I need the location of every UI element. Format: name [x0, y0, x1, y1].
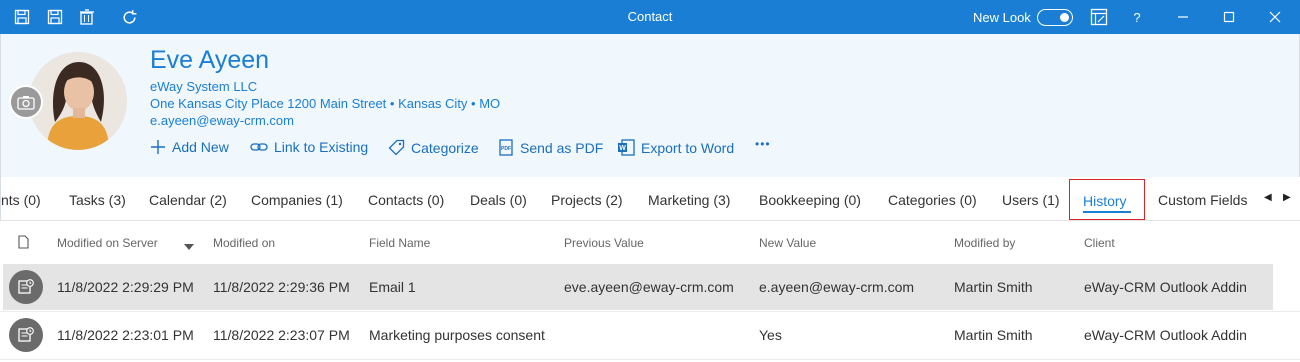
close-button[interactable] — [1252, 0, 1298, 34]
scroll-left-icon[interactable]: ◀ — [1264, 192, 1272, 203]
sort-descending-icon[interactable] — [184, 239, 194, 253]
tab-marketing[interactable]: Marketing (3) — [648, 192, 730, 208]
col-field-name[interactable]: Field Name — [369, 236, 430, 250]
tab-categories[interactable]: Categories (0) — [888, 192, 977, 208]
history-record-icon — [9, 270, 43, 304]
avatar — [29, 52, 127, 150]
cell-modified-on-server: 11/8/2022 2:23:01 PM — [57, 327, 194, 343]
cell-modified-by: Martin Smith — [954, 327, 1033, 343]
word-icon: W — [618, 139, 635, 156]
minimize-button[interactable] — [1160, 0, 1206, 34]
cell-field-name: Email 1 — [369, 279, 416, 295]
export-to-word-button[interactable]: W Export to Word — [617, 139, 734, 156]
tab-custom-fields[interactable]: Custom Fields — [1158, 192, 1247, 208]
tab-contacts[interactable]: Contacts (0) — [368, 192, 444, 208]
cell-modified-on: 11/8/2022 2:29:36 PM — [213, 279, 350, 295]
new-look-label: New Look — [973, 10, 1031, 25]
tab-projects[interactable]: Projects (2) — [551, 192, 623, 208]
cell-previous-value: eve.ayeen@eway-crm.com — [564, 279, 734, 295]
tab-bar: nts (0) Tasks (3) Calendar (2) Companies… — [0, 177, 1300, 221]
tag-icon — [388, 139, 405, 156]
cell-client: eWay-CRM Outlook Addin — [1084, 279, 1247, 295]
contact-header: Eve Ayeen eWay System LLC One Kansas Cit… — [0, 34, 1300, 177]
tab-history[interactable]: History — [1069, 179, 1145, 220]
plus-icon — [151, 140, 165, 154]
col-modified-by[interactable]: Modified by — [954, 236, 1015, 250]
cell-modified-on-server: 11/8/2022 2:29:29 PM — [57, 279, 194, 295]
portrait-image — [29, 52, 127, 150]
col-new-value[interactable]: New Value — [759, 236, 816, 250]
tab-companies[interactable]: Companies (1) — [251, 192, 343, 208]
contact-name: Eve Ayeen — [150, 46, 270, 74]
document-column-icon[interactable] — [18, 235, 29, 252]
col-previous-value[interactable]: Previous Value — [564, 236, 644, 250]
more-actions-button[interactable]: ••• — [755, 137, 771, 151]
cell-modified-by: Martin Smith — [954, 279, 1033, 295]
address-text: One Kansas City Place 1200 Main Street •… — [150, 96, 501, 111]
table-row[interactable]: 11/8/2022 2:29:29 PM 11/8/2022 2:29:36 P… — [3, 264, 1273, 310]
tab-calendar[interactable]: Calendar (2) — [149, 192, 227, 208]
add-new-button[interactable]: Add New — [150, 139, 229, 155]
cell-modified-on: 11/8/2022 2:23:07 PM — [213, 327, 350, 343]
title-bar: Contact New Look ? — [0, 0, 1300, 34]
col-client[interactable]: Client — [1084, 236, 1115, 250]
help-button[interactable]: ? — [1114, 0, 1160, 34]
tab-history-label: History — [1083, 193, 1127, 209]
cell-new-value: Yes — [759, 327, 782, 343]
svg-text:W: W — [619, 145, 626, 152]
export-to-word-label: Export to Word — [641, 139, 735, 156]
tab-tasks[interactable]: Tasks (3) — [69, 192, 126, 208]
row-divider — [0, 359, 1300, 360]
scroll-right-icon[interactable]: ▶ — [1283, 192, 1291, 203]
link-icon — [250, 143, 268, 151]
categorize-button[interactable]: Categorize — [388, 139, 479, 156]
cell-field-name: Marketing purposes consent — [369, 327, 545, 343]
send-as-pdf-button[interactable]: PDF Send as PDF — [498, 139, 603, 156]
company-link[interactable]: eWay System LLC — [150, 79, 257, 94]
new-look-toggle[interactable] — [1037, 9, 1073, 26]
tab-deals[interactable]: Deals (0) — [470, 192, 527, 208]
more-icon: ••• — [755, 137, 771, 151]
cell-new-value: e.ayeen@eway-crm.com — [759, 279, 915, 295]
history-record-icon — [9, 318, 43, 352]
pdf-icon: PDF — [499, 139, 513, 156]
change-photo-button[interactable] — [9, 85, 43, 119]
tab-bookkeeping[interactable]: Bookkeeping (0) — [759, 192, 861, 208]
categorize-label: Categorize — [411, 139, 479, 156]
col-modified-on[interactable]: Modified on — [213, 236, 275, 250]
maximize-button[interactable] — [1206, 0, 1252, 34]
cell-client: eWay-CRM Outlook Addin — [1084, 327, 1247, 343]
tab-users[interactable]: Users (1) — [1002, 192, 1060, 208]
tab-documents[interactable]: nts (0) — [1, 192, 41, 208]
table-row[interactable]: 11/8/2022 2:23:01 PM 11/8/2022 2:23:07 P… — [3, 312, 1273, 358]
camera-icon — [17, 95, 35, 110]
col-modified-on-server[interactable]: Modified on Server — [57, 236, 158, 250]
layout-icon[interactable] — [1090, 8, 1108, 26]
add-new-label: Add New — [172, 139, 229, 155]
svg-text:PDF: PDF — [501, 146, 511, 152]
send-as-pdf-label: Send as PDF — [520, 139, 604, 156]
link-to-existing-label: Link to Existing — [274, 139, 369, 155]
email-link[interactable]: e.ayeen@eway-crm.com — [150, 113, 294, 128]
link-to-existing-button[interactable]: Link to Existing — [250, 139, 368, 155]
